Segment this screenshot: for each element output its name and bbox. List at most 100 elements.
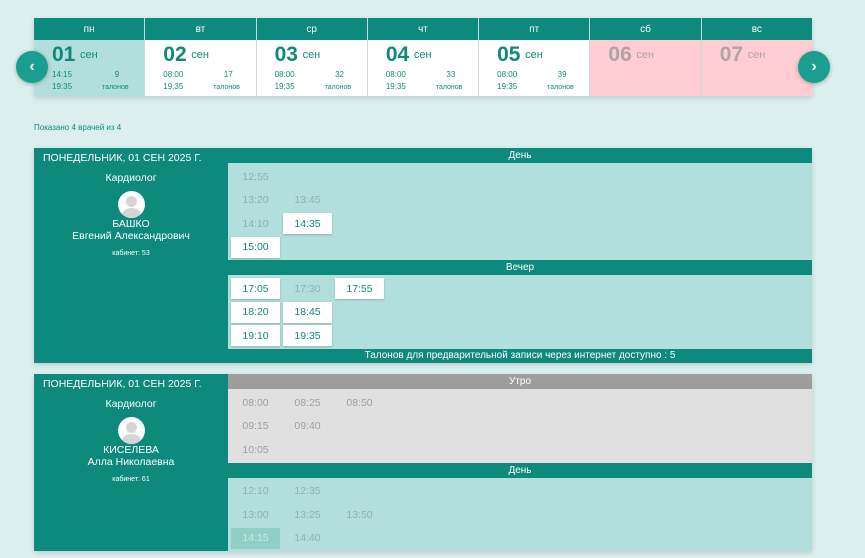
shown-count: Показано 4 врачей из 4 <box>34 123 122 132</box>
doctor-specialty: Кардиолог <box>105 398 157 410</box>
day-cell[interactable]: сб 06 сен <box>590 18 702 96</box>
slot-section: 12:10 12:35 13:00 13:25 13:50 14:15 14:40 <box>228 477 812 552</box>
chevron-left-icon: ‹ <box>29 58 35 75</box>
day-cell[interactable]: вт 02 сен 08:00 19:35 17 талонов <box>145 18 257 96</box>
time-from: 08:00 <box>274 70 295 79</box>
time-slot[interactable]: 18:20 <box>231 301 280 323</box>
time-slot: 09:40 <box>294 420 321 432</box>
slot-row: 15:00 <box>228 236 812 261</box>
slot-section: 08:00 08:25 08:50 09:15 09:40 10:05 <box>228 389 812 463</box>
ticket-label: талонов <box>435 84 463 91</box>
time-from: 08:00 <box>163 70 184 79</box>
day-of-week: сб <box>590 18 701 40</box>
day-month: сен <box>80 49 98 61</box>
ticket-count: 17 <box>223 70 233 79</box>
user-body-icon <box>122 208 141 218</box>
appointment-date: ПОНЕДЕЛЬНИК, 01 СЕН 2025 Г. <box>43 378 202 390</box>
time-slot: 12:35 <box>294 485 321 497</box>
ticket-label: талонов <box>102 84 129 91</box>
section-header: День <box>228 462 812 478</box>
day-of-week: ср <box>256 18 367 40</box>
day-number: 06 <box>608 43 632 66</box>
chevron-right-icon: › <box>811 58 817 75</box>
section-header: Утро <box>228 374 812 389</box>
time-slot[interactable]: 14:35 <box>283 213 332 234</box>
doctor-name: Евгений Александрович <box>72 230 190 242</box>
time-slot: 14:40 <box>294 532 321 544</box>
time-slot: 17:30 <box>294 282 321 295</box>
doctor-info: ПОНЕДЕЛЬНИК, 01 СЕН 2025 Г. Кардиолог БА… <box>34 148 228 363</box>
section-header: Вечер <box>228 260 812 275</box>
ticket-label: талонов <box>324 84 352 91</box>
ticket-label: талонов <box>547 84 574 91</box>
time-slot: 08:00 <box>242 396 269 409</box>
slot-row: 17:05 17:30 17:55 <box>228 278 812 302</box>
time-slot: 13:50 <box>346 508 373 521</box>
prev-week-button[interactable]: ‹ <box>16 51 48 83</box>
time-slot: 09:15 <box>242 420 269 432</box>
day-of-week: чт <box>367 18 479 40</box>
day-month: сен <box>525 49 543 61</box>
day-cell[interactable]: пт 05 сен 08:00 19:35 39 талонов <box>479 18 591 96</box>
user-body-icon <box>122 434 141 444</box>
time-to: 19:35 <box>52 82 73 91</box>
time-to: 19:35 <box>163 82 184 91</box>
available-tickets-footer: Талонов для предварительной записи через… <box>228 348 812 363</box>
schedule-panel: День 12:55 13:20 13:45 14:10 14:35 15:00 Вечер 1… <box>228 148 812 363</box>
avatar <box>118 191 145 218</box>
appointment-date: ПОНЕДЕЛЬНИК, 01 СЕН 2025 Г. <box>43 152 202 164</box>
day-cell[interactable]: чт 04 сен 08:00 19:35 33 талонов <box>367 18 480 96</box>
day-month: сен <box>747 49 766 61</box>
day-month: сен <box>302 49 321 61</box>
day-month: сен <box>191 49 209 61</box>
doctor-cabinet: кабинет: 61 <box>112 476 150 483</box>
day-number: 01 <box>52 43 76 66</box>
doctor-card: ПОНЕДЕЛЬНИК, 01 СЕН 2025 Г. Кардиолог БА… <box>34 148 812 363</box>
ticket-count: 39 <box>557 70 567 79</box>
doctor-name: Алла Николаевна <box>87 456 175 468</box>
day-of-week: вс <box>701 18 812 40</box>
time-slot[interactable]: 18:45 <box>283 301 332 323</box>
day-cell[interactable]: ср 03 сен 08:00 19:35 32 талонов <box>256 18 368 96</box>
user-icon <box>126 422 137 433</box>
slot-row: 14:15 14:40 <box>228 527 812 552</box>
ticket-count: 33 <box>446 70 456 79</box>
next-week-button[interactable]: › <box>798 51 830 83</box>
time-slot[interactable]: 17:05 <box>231 278 280 299</box>
time-to: 19:35 <box>274 82 295 91</box>
ticket-count: 32 <box>335 70 345 79</box>
time-slot[interactable]: 17:55 <box>335 278 384 299</box>
week-calendar: пн 01 сен 14:15 19:35 9 талонов вт 02 сен… <box>34 18 812 96</box>
day-of-week: пн <box>34 18 145 40</box>
doctor-card: ПОНЕДЕЛЬНИК, 01 СЕН 2025 Г. Кардиолог КИ… <box>34 374 812 551</box>
slot-row: 19:10 19:35 <box>228 325 812 349</box>
time-slot: 08:25 <box>294 396 321 409</box>
time-slot[interactable]: 19:10 <box>231 325 280 346</box>
doctor-surname: КИСЕЛЕВА <box>103 444 159 456</box>
time-from: 08:00 <box>385 70 406 79</box>
day-cell[interactable]: вс 07 сен <box>701 18 812 96</box>
ticket-count: 9 <box>114 70 120 79</box>
day-number: 02 <box>163 43 187 66</box>
time-slot[interactable]: 19:35 <box>283 325 332 346</box>
schedule-panel: Утро 08:00 08:25 08:50 09:15 09:40 10:05 День 12… <box>228 374 812 551</box>
slot-row: 13:00 13:25 13:50 <box>228 504 812 528</box>
slot-row: 12:10 12:35 <box>228 481 812 505</box>
time-slot: 13:20 <box>242 194 269 206</box>
day-month: сен <box>636 49 655 61</box>
time-slot: 13:00 <box>242 508 269 521</box>
time-from: 08:00 <box>497 70 518 79</box>
time-slot: 13:25 <box>294 508 321 521</box>
time-to: 19:35 <box>385 82 406 91</box>
slot-row: 09:15 09:40 <box>228 416 812 440</box>
time-slot: 08:50 <box>346 396 373 409</box>
slot-section: 17:05 17:30 17:55 18:20 18:45 19:10 19:35 <box>228 275 812 349</box>
slot-row: 10:05 <box>228 439 812 463</box>
time-to: 19:35 <box>497 82 518 91</box>
day-of-week: пт <box>479 18 590 40</box>
day-cell[interactable]: пн 01 сен 14:15 19:35 9 талонов <box>34 18 146 96</box>
avatar <box>118 417 145 444</box>
time-slot[interactable]: 15:00 <box>231 236 280 258</box>
doctor-info: ПОНЕДЕЛЬНИК, 01 СЕН 2025 Г. Кардиолог КИ… <box>34 374 228 551</box>
day-number: 03 <box>274 43 298 66</box>
